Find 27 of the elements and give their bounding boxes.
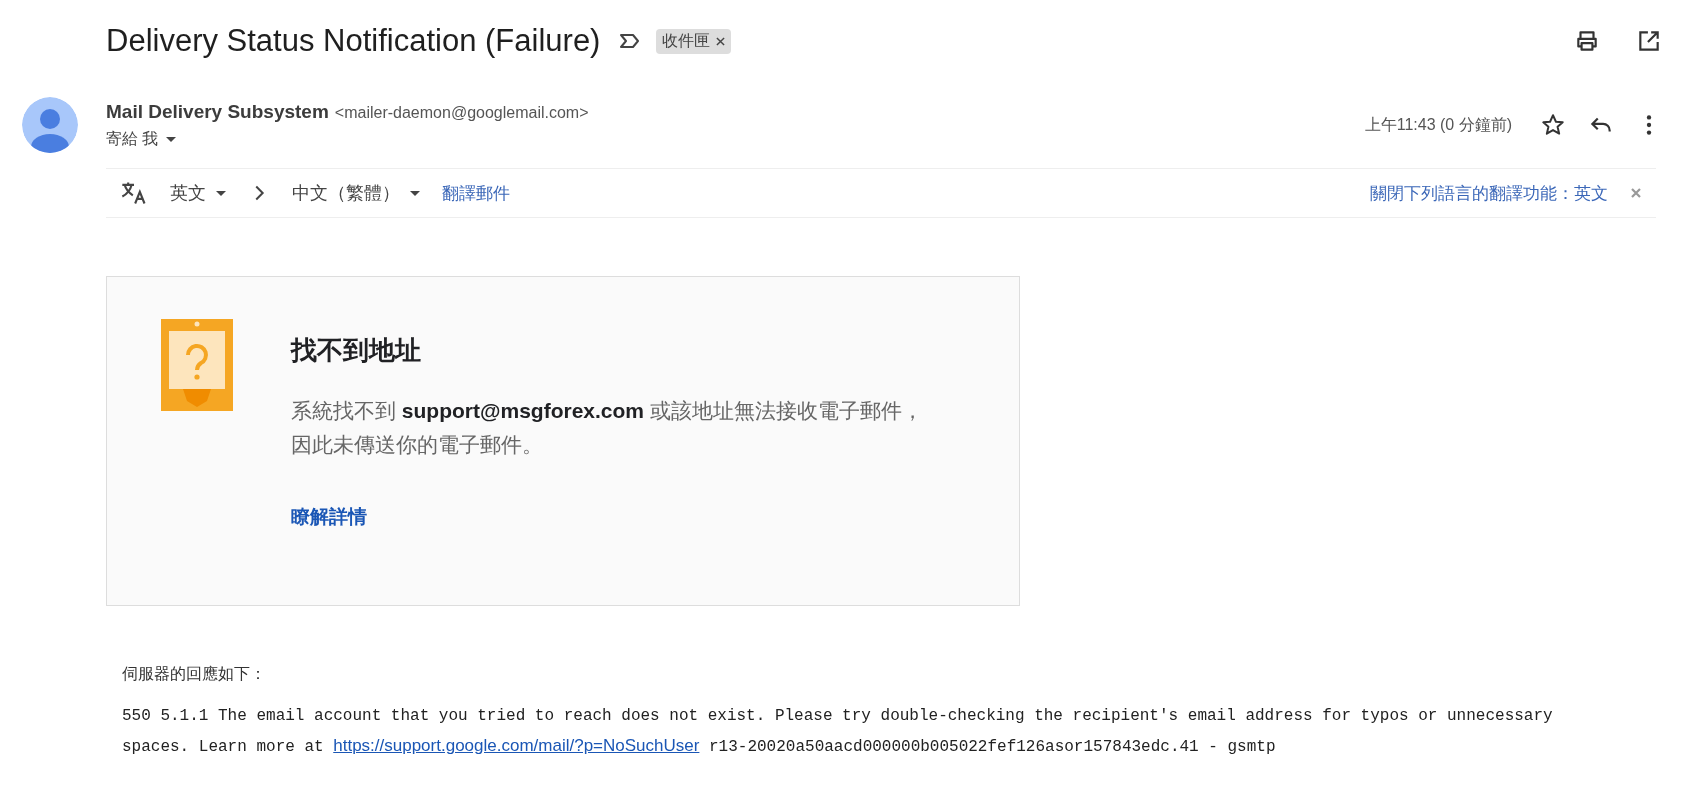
avatar-icon xyxy=(22,97,78,153)
server-response-heading: 伺服器的回應如下： xyxy=(122,664,267,684)
sender-address: <mailer-daemon@googlemail.com> xyxy=(334,103,589,122)
turn-off-translation-link[interactable]: 關閉下列語言的翻譯功能：英文 xyxy=(1370,181,1608,205)
close-icon[interactable] xyxy=(1630,187,1642,199)
label-text: 收件匣 xyxy=(662,30,711,51)
dropdown-icon xyxy=(410,188,420,198)
open-in-new-window-icon[interactable] xyxy=(1636,28,1662,54)
timestamp: 上午11:43 (0 分鐘前) xyxy=(1364,114,1512,135)
remove-label-icon[interactable] xyxy=(716,36,726,46)
dropdown-icon xyxy=(216,188,226,198)
email-subject: Delivery Status Notification (Failure) xyxy=(106,23,601,59)
star-icon[interactable] xyxy=(1540,112,1566,138)
dropdown-icon[interactable] xyxy=(166,134,177,144)
translate-message-link[interactable]: 翻譯郵件 xyxy=(442,181,510,205)
card-message: 系統找不到 support@msgforex.com 或該地址無法接收電子郵件，因此未傳送你的電子郵件。 xyxy=(291,398,924,458)
target-language-dropdown[interactable]: 中文（繁體） xyxy=(292,181,420,205)
recipient-text: 寄給 我 xyxy=(106,128,159,149)
missing-address-icon xyxy=(161,319,233,411)
help-link[interactable]: https://support.google.com/mail/?p=NoSuchUser xyxy=(333,736,700,755)
learn-more-link[interactable]: 瞭解詳情 xyxy=(291,504,367,530)
server-response-text: 550 5.1.1 The email account that you tried to reach does not exist. Please try double-checking the recipient's email address for typos or unnecessary spaces. Learn more at https://support.google.com/mail/?p=NoSuchUser r13-20020a50aacd000000b005022fef126asor157843edc.41 - gsmtp xyxy=(122,706,1554,758)
card-title: 找不到地址 xyxy=(291,334,422,367)
print-icon[interactable] xyxy=(1574,28,1600,54)
source-language-dropdown[interactable]: 英文 xyxy=(170,181,226,205)
sender-name: Mail Delivery Subsystem xyxy=(106,100,329,123)
label-chip[interactable]: 收件匣 xyxy=(656,28,732,54)
